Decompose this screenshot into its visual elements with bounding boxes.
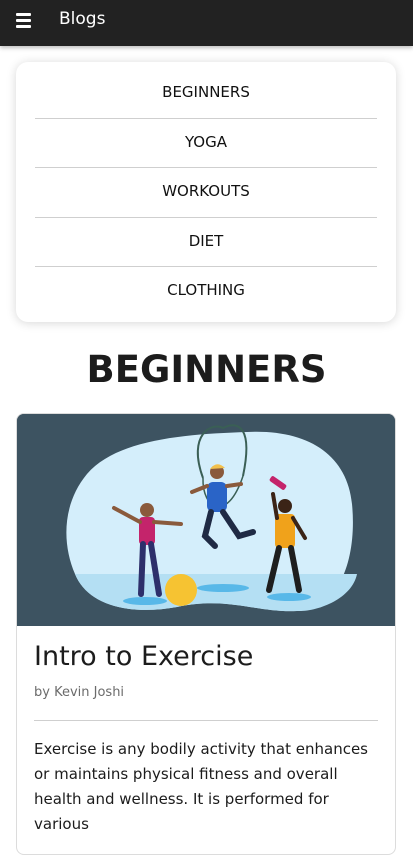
post-hero-image: [17, 414, 395, 626]
category-item-yoga[interactable]: YOGA: [35, 118, 377, 167]
category-menu: BEGINNERS YOGA WORKOUTS DIET CLOTHING: [16, 62, 396, 322]
category-item-beginners[interactable]: BEGINNERS: [35, 68, 377, 117]
post-excerpt: Exercise is any bodily activity that enh…: [34, 740, 368, 833]
category-item-diet[interactable]: DIET: [35, 217, 377, 266]
blog-post-card[interactable]: Intro to Exercise by Kevin Joshi Exercis…: [16, 413, 396, 855]
category-item-workouts[interactable]: WORKOUTS: [35, 167, 377, 216]
section-heading: BEGINNERS: [86, 348, 327, 391]
post-title[interactable]: Intro to Exercise: [34, 641, 253, 672]
exercise-illustration-icon: [17, 414, 395, 626]
post-divider: [34, 720, 378, 721]
hamburger-menu-icon[interactable]: [16, 13, 31, 28]
top-app-bar: Blogs: [0, 0, 413, 46]
post-author: by Kevin Joshi: [34, 685, 125, 700]
app-title: Blogs: [59, 9, 106, 29]
category-item-clothing[interactable]: CLOTHING: [35, 266, 377, 315]
